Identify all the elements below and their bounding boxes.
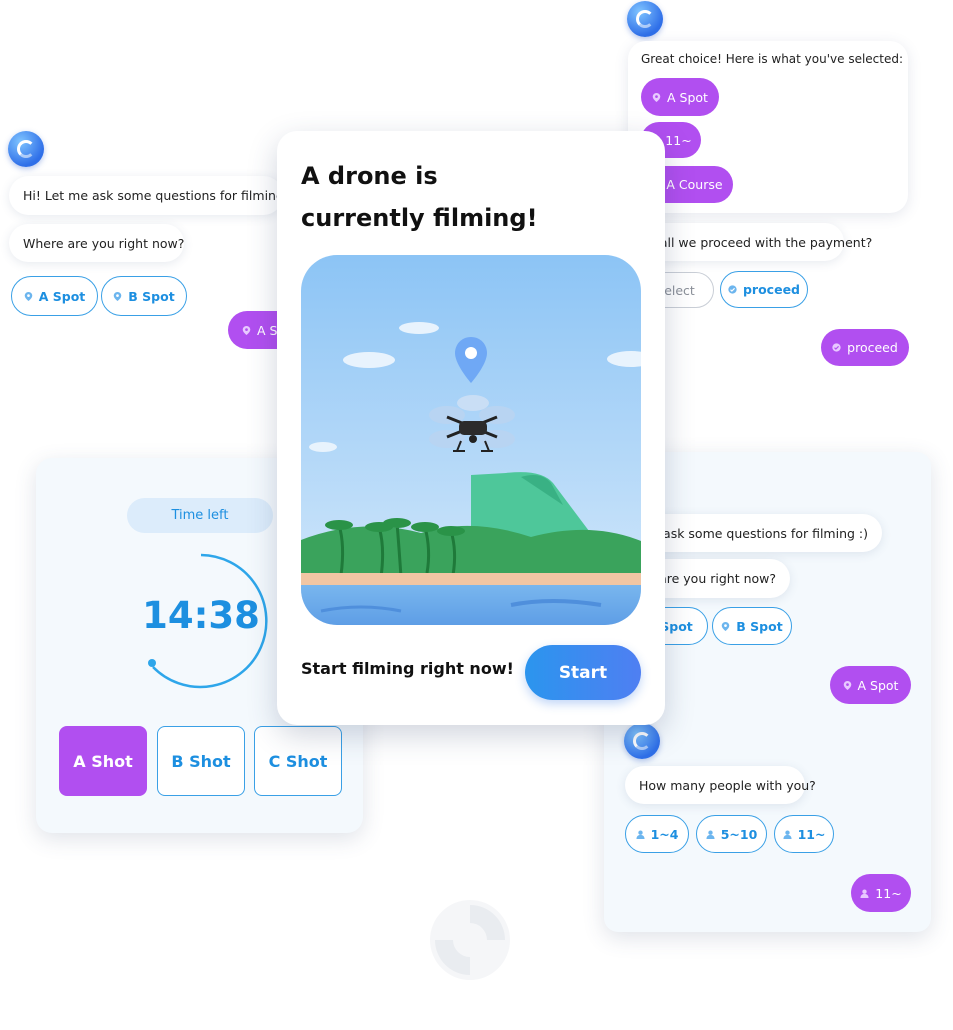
person-icon [706, 830, 715, 839]
check-circle-icon [832, 343, 841, 352]
bot-avatar-icon [624, 723, 660, 759]
proceed-button[interactable]: proceed [720, 271, 808, 308]
greeting-bubble: Hi! Let me ask some questions for filmin… [9, 176, 297, 215]
option-b-spot[interactable]: B Spot [101, 276, 187, 316]
b-shot-button[interactable]: B Shot [157, 726, 245, 796]
user-reply-a-spot: A Spot [830, 666, 911, 704]
selected-spot-chip: A Spot [641, 78, 719, 116]
location-pin-icon [114, 291, 122, 301]
person-icon [860, 889, 869, 898]
option-b-spot[interactable]: B Spot [712, 607, 792, 645]
c-shot-button[interactable]: C Shot [254, 726, 342, 796]
countdown-time: 14:38 [142, 594, 260, 637]
cloud-icon [399, 322, 439, 334]
location-question-bubble: Where are you right now? [9, 224, 184, 262]
user-reply-proceed: proceed [821, 329, 909, 366]
people-option-1-4[interactable]: 1~4 [625, 815, 689, 853]
location-pin-icon [242, 325, 251, 335]
bot-avatar-icon [627, 1, 663, 37]
location-pin-icon [24, 291, 32, 301]
location-pin-icon [843, 680, 851, 690]
drone-filming-card: A drone is currently filming! Start film… [277, 131, 665, 725]
selection-summary-card: Great choice! Here is what you've select… [628, 41, 908, 213]
user-reply-11-plus: 11~ [851, 874, 911, 912]
location-pin-icon [722, 621, 730, 631]
drone-illustration [301, 255, 641, 625]
check-circle-icon [728, 285, 737, 294]
summary-title: Great choice! Here is what you've select… [641, 52, 904, 66]
time-left-label: Time left [127, 498, 273, 533]
people-option-5-10[interactable]: 5~10 [696, 815, 767, 853]
bot-avatar-icon [8, 131, 44, 167]
card-title-line1: A drone is [301, 162, 438, 190]
start-filming-text: Start filming right now! [301, 659, 514, 678]
watermark-logo-icon [430, 900, 510, 980]
location-pin-icon [652, 92, 661, 102]
people-option-11-plus[interactable]: 11~ [774, 815, 834, 853]
person-icon [636, 830, 645, 839]
option-a-spot[interactable]: A Spot [11, 276, 98, 316]
start-button[interactable]: Start [525, 645, 641, 700]
people-question-bubble: How many people with you? [625, 766, 816, 804]
a-shot-button[interactable]: A Shot [59, 726, 147, 796]
card-title-line2: currently filming! [301, 204, 538, 232]
person-icon [783, 830, 792, 839]
